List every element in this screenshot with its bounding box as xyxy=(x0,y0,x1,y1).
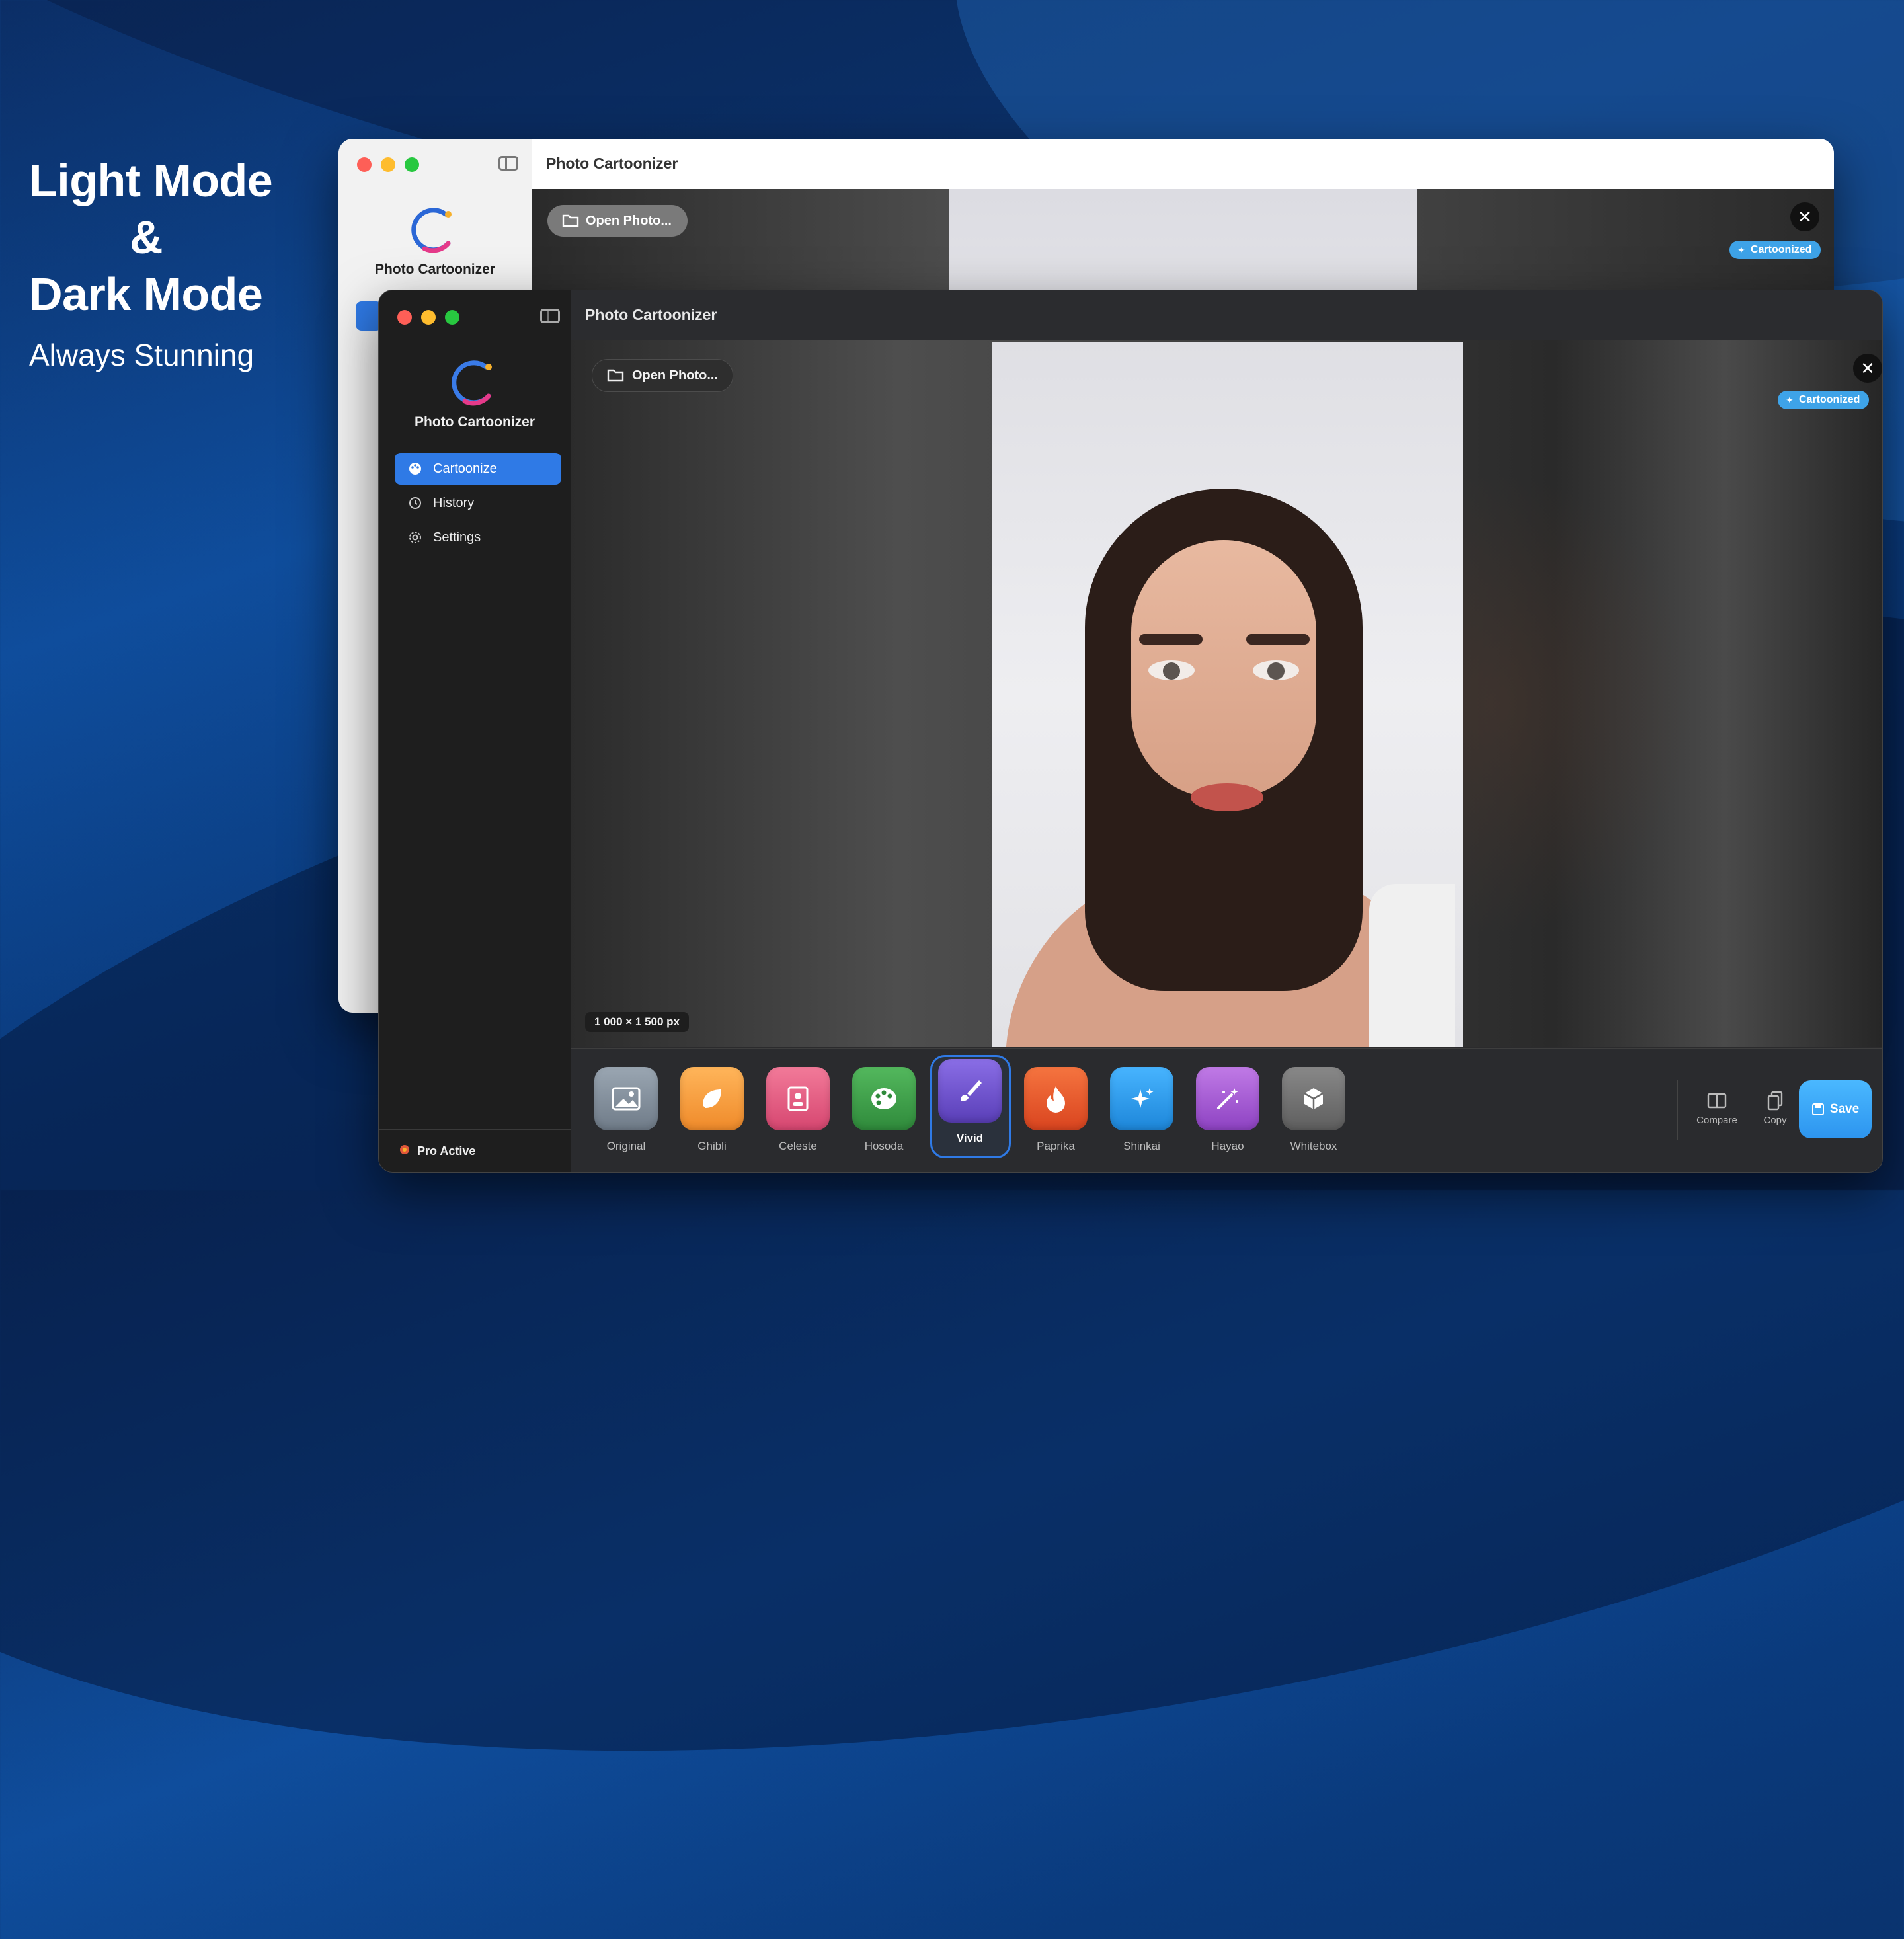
copy-icon xyxy=(1749,1091,1802,1111)
image-size-label: 1 000 × 1 500 px xyxy=(585,1012,690,1032)
close-icon: ✕ xyxy=(1860,358,1875,378)
flower-icon xyxy=(399,1144,411,1159)
app-name: Photo Cartoonizer xyxy=(375,262,495,277)
style-original[interactable]: Original xyxy=(593,1067,659,1153)
portrait-eye xyxy=(1148,660,1195,680)
image-icon xyxy=(594,1067,658,1130)
sidebar-toggle-icon[interactable] xyxy=(498,156,518,171)
leaf-icon xyxy=(680,1067,744,1130)
save-label: Save xyxy=(1829,1102,1860,1116)
cube-icon xyxy=(1282,1067,1345,1130)
sidebar: Photo Cartoonizer Cartoonize History Set… xyxy=(379,290,571,1172)
copy-button[interactable]: Copy xyxy=(1749,1091,1802,1126)
save-button[interactable]: Save xyxy=(1799,1080,1872,1138)
style-label: Ghibli xyxy=(697,1140,727,1152)
minimize-window-button[interactable] xyxy=(421,310,436,325)
style-label: Hayao xyxy=(1211,1140,1244,1152)
titlebar: Photo Cartoonizer xyxy=(571,290,1882,341)
pro-status-label: Pro Active xyxy=(417,1144,476,1158)
portrait-tank-top xyxy=(1369,884,1455,1047)
style-hosoda[interactable]: Hosoda xyxy=(851,1067,917,1153)
history-icon xyxy=(408,496,422,510)
palette-icon xyxy=(408,461,422,476)
close-window-button[interactable] xyxy=(357,157,372,172)
sparkle-icon: ✦ xyxy=(1786,395,1794,405)
compare-label: Compare xyxy=(1696,1115,1737,1126)
badge-label: Cartoonized xyxy=(1799,394,1860,405)
open-photo-label: Open Photo... xyxy=(586,214,672,228)
promo-line-2: & xyxy=(130,212,163,263)
app-logo xyxy=(452,360,492,406)
portrait-icon xyxy=(766,1067,830,1130)
style-label: Vivid xyxy=(956,1132,984,1144)
sidebar-item-history[interactable]: History xyxy=(395,487,561,519)
promo-line-1: Light Mode xyxy=(29,155,273,206)
portrait-brow xyxy=(1246,634,1310,645)
sidebar-item-settings[interactable]: Settings xyxy=(395,522,561,553)
folder-icon xyxy=(562,214,579,227)
close-image-button[interactable]: ✕ xyxy=(1853,354,1882,383)
style-toolbar: Original Ghibli Celeste Hosoda Vivid Pap… xyxy=(571,1048,1882,1172)
minimize-window-button[interactable] xyxy=(381,157,395,172)
style-whitebox[interactable]: Whitebox xyxy=(1281,1067,1347,1153)
cartoonized-badge: ✦ Cartoonized xyxy=(1729,241,1821,259)
style-label: Original xyxy=(606,1140,646,1152)
sidebar-item-label: History xyxy=(433,495,475,510)
style-label: Hosoda xyxy=(864,1140,904,1152)
style-vivid[interactable]: Vivid xyxy=(930,1055,1011,1158)
app-logo xyxy=(411,208,452,253)
style-label: Paprika xyxy=(1037,1140,1075,1152)
flame-icon xyxy=(1024,1067,1088,1130)
cartoonized-badge: ✦ Cartoonized xyxy=(1778,391,1870,409)
style-shinkai[interactable]: Shinkai xyxy=(1109,1067,1175,1153)
sidebar-item-label: Settings xyxy=(433,530,481,545)
sidebar-item-cartoonize[interactable]: Cartoonize xyxy=(395,453,561,485)
style-label: Celeste xyxy=(779,1140,817,1152)
badge-label: Cartoonized xyxy=(1751,244,1812,255)
portrait-lips xyxy=(1191,783,1263,811)
close-image-button[interactable]: ✕ xyxy=(1790,202,1819,231)
folder-icon xyxy=(607,369,624,382)
sidebar-toggle-icon[interactable] xyxy=(540,309,560,323)
close-icon: ✕ xyxy=(1798,207,1812,227)
zoom-window-button[interactable] xyxy=(405,157,419,172)
window-title: Photo Cartoonizer xyxy=(585,306,717,323)
palette-icon xyxy=(852,1067,916,1130)
promo-line-3: Dark Mode xyxy=(29,268,263,320)
promo-headline: Light Mode & Dark Mode Always Stunning xyxy=(29,152,273,373)
window-title: Photo Cartoonizer xyxy=(546,155,678,172)
promo-subtitle: Always Stunning xyxy=(29,338,255,372)
gear-icon xyxy=(408,530,422,545)
toolbar-divider xyxy=(1677,1080,1678,1140)
style-ghibli[interactable]: Ghibli xyxy=(679,1067,745,1153)
compare-icon xyxy=(1690,1091,1743,1111)
zoom-window-button[interactable] xyxy=(445,310,459,325)
pro-status: Pro Active xyxy=(379,1129,571,1172)
app-name: Photo Cartoonizer xyxy=(415,415,535,430)
window-controls xyxy=(357,157,419,172)
style-celeste[interactable]: Celeste xyxy=(765,1067,831,1153)
open-photo-label: Open Photo... xyxy=(632,368,718,383)
copy-label: Copy xyxy=(1763,1115,1787,1126)
sparkle-icon xyxy=(1110,1067,1173,1130)
open-photo-button[interactable]: Open Photo... xyxy=(592,359,733,392)
window-controls xyxy=(397,310,459,325)
style-label: Whitebox xyxy=(1290,1140,1337,1152)
style-label: Shinkai xyxy=(1123,1140,1160,1152)
cartoonized-photo xyxy=(992,342,1463,1047)
wand-icon xyxy=(1196,1067,1259,1130)
compare-button[interactable]: Compare xyxy=(1690,1091,1743,1126)
sparkle-icon: ✦ xyxy=(1737,245,1745,255)
portrait-brow xyxy=(1139,634,1203,645)
portrait-eye xyxy=(1253,660,1299,680)
titlebar: Photo Cartoonizer xyxy=(532,139,1834,189)
dark-mode-window: Photo Cartoonizer Cartoonize History Set… xyxy=(378,290,1883,1173)
style-paprika[interactable]: Paprika xyxy=(1023,1067,1089,1153)
close-window-button[interactable] xyxy=(397,310,412,325)
open-photo-button[interactable]: Open Photo... xyxy=(547,205,688,237)
save-icon xyxy=(1811,1103,1824,1115)
brush-icon xyxy=(938,1059,1002,1123)
style-hayao[interactable]: Hayao xyxy=(1195,1067,1261,1153)
sidebar-item-label: Cartoonize xyxy=(433,461,497,476)
